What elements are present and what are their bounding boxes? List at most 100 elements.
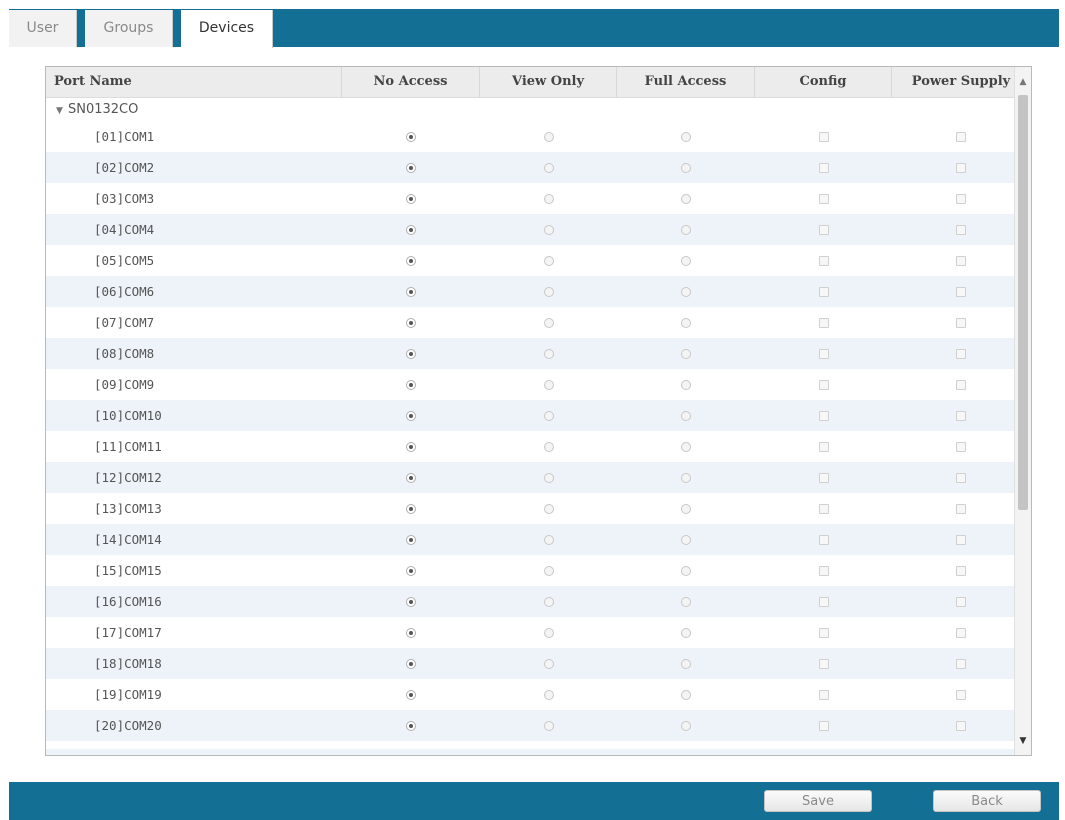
full-access-radio[interactable] <box>681 410 691 421</box>
config-checkbox[interactable] <box>818 689 829 700</box>
full-access-radio[interactable] <box>681 627 691 638</box>
view-only-radio[interactable] <box>543 472 554 483</box>
full-access-radio[interactable] <box>681 224 691 235</box>
config-checkbox[interactable] <box>818 503 829 514</box>
power-supply-checkbox[interactable] <box>956 286 966 297</box>
triangle-down-icon[interactable]: ▼ <box>56 100 68 123</box>
save-button[interactable]: Save <box>764 790 872 812</box>
config-checkbox[interactable] <box>818 441 829 452</box>
full-access-radio[interactable] <box>681 689 691 700</box>
power-supply-checkbox[interactable] <box>956 193 966 204</box>
power-supply-checkbox[interactable] <box>956 255 966 266</box>
power-supply-checkbox[interactable] <box>956 596 966 607</box>
power-supply-checkbox[interactable] <box>956 131 966 142</box>
no-access-radio[interactable] <box>406 379 416 390</box>
vertical-scrollbar[interactable]: ▲ ▼ <box>1014 67 1031 755</box>
full-access-radio[interactable] <box>681 193 691 204</box>
column-header-full-access[interactable]: Full Access <box>617 67 755 97</box>
scroll-down-arrow-icon[interactable]: ▼ <box>1015 733 1031 749</box>
config-checkbox[interactable] <box>818 565 829 576</box>
full-access-radio[interactable] <box>681 720 691 731</box>
full-access-radio[interactable] <box>681 255 691 266</box>
no-access-radio[interactable] <box>406 410 416 421</box>
power-supply-checkbox[interactable] <box>956 720 966 731</box>
config-checkbox[interactable] <box>818 658 829 669</box>
view-only-radio[interactable] <box>543 348 554 359</box>
config-checkbox[interactable] <box>818 379 829 390</box>
power-supply-checkbox[interactable] <box>956 162 966 173</box>
view-only-radio[interactable] <box>543 565 554 576</box>
no-access-radio[interactable] <box>406 503 416 514</box>
column-header-port-name[interactable]: Port Name <box>46 67 342 97</box>
no-access-radio[interactable] <box>406 286 416 297</box>
no-access-radio[interactable] <box>406 720 416 731</box>
power-supply-checkbox[interactable] <box>956 472 966 483</box>
scrollbar-thumb[interactable] <box>1018 95 1028 510</box>
view-only-radio[interactable] <box>543 503 554 514</box>
full-access-radio[interactable] <box>681 658 691 669</box>
no-access-radio[interactable] <box>406 472 416 483</box>
view-only-radio[interactable] <box>543 596 554 607</box>
power-supply-checkbox[interactable] <box>956 379 966 390</box>
config-checkbox[interactable] <box>818 162 829 173</box>
column-header-view-only[interactable]: View Only <box>480 67 617 97</box>
no-access-radio[interactable] <box>406 534 416 545</box>
no-access-radio[interactable] <box>406 162 416 173</box>
full-access-radio[interactable] <box>681 379 691 390</box>
config-checkbox[interactable] <box>818 534 829 545</box>
full-access-radio[interactable] <box>681 162 691 173</box>
power-supply-checkbox[interactable] <box>956 534 966 545</box>
no-access-radio[interactable] <box>406 224 416 235</box>
tab-groups[interactable]: Groups <box>85 10 173 47</box>
no-access-radio[interactable] <box>406 689 416 700</box>
full-access-radio[interactable] <box>681 131 691 142</box>
full-access-radio[interactable] <box>681 596 691 607</box>
power-supply-checkbox[interactable] <box>956 658 966 669</box>
config-checkbox[interactable] <box>818 255 829 266</box>
config-checkbox[interactable] <box>818 317 829 328</box>
full-access-radio[interactable] <box>681 441 691 452</box>
config-checkbox[interactable] <box>818 348 829 359</box>
column-header-power-supply[interactable]: Power Supply <box>892 67 1030 97</box>
power-supply-checkbox[interactable] <box>956 348 966 359</box>
column-header-no-access[interactable]: No Access <box>342 67 480 97</box>
scroll-up-arrow-icon[interactable]: ▲ <box>1015 74 1031 90</box>
view-only-radio[interactable] <box>543 379 554 390</box>
config-checkbox[interactable] <box>818 720 829 731</box>
config-checkbox[interactable] <box>818 131 829 142</box>
power-supply-checkbox[interactable] <box>956 441 966 452</box>
view-only-radio[interactable] <box>543 162 554 173</box>
config-checkbox[interactable] <box>818 286 829 297</box>
full-access-radio[interactable] <box>681 565 691 576</box>
view-only-radio[interactable] <box>543 658 554 669</box>
no-access-radio[interactable] <box>406 565 416 576</box>
full-access-radio[interactable] <box>681 534 691 545</box>
power-supply-checkbox[interactable] <box>956 410 966 421</box>
view-only-radio[interactable] <box>543 224 554 235</box>
power-supply-checkbox[interactable] <box>956 224 966 235</box>
no-access-radio[interactable] <box>406 131 416 142</box>
no-access-radio[interactable] <box>406 596 416 607</box>
no-access-radio[interactable] <box>406 317 416 328</box>
device-group-row[interactable]: ▼ SN0132CO <box>46 98 1031 121</box>
config-checkbox[interactable] <box>818 193 829 204</box>
column-header-config[interactable]: Config <box>755 67 892 97</box>
full-access-radio[interactable] <box>681 286 691 297</box>
config-checkbox[interactable] <box>818 224 829 235</box>
no-access-radio[interactable] <box>406 658 416 669</box>
full-access-radio[interactable] <box>681 317 691 328</box>
config-checkbox[interactable] <box>818 472 829 483</box>
view-only-radio[interactable] <box>543 627 554 638</box>
power-supply-checkbox[interactable] <box>956 627 966 638</box>
power-supply-checkbox[interactable] <box>956 689 966 700</box>
no-access-radio[interactable] <box>406 441 416 452</box>
full-access-radio[interactable] <box>681 503 691 514</box>
view-only-radio[interactable] <box>543 689 554 700</box>
view-only-radio[interactable] <box>543 441 554 452</box>
config-checkbox[interactable] <box>818 410 829 421</box>
view-only-radio[interactable] <box>543 286 554 297</box>
view-only-radio[interactable] <box>543 255 554 266</box>
power-supply-checkbox[interactable] <box>956 317 966 328</box>
no-access-radio[interactable] <box>406 348 416 359</box>
power-supply-checkbox[interactable] <box>956 503 966 514</box>
